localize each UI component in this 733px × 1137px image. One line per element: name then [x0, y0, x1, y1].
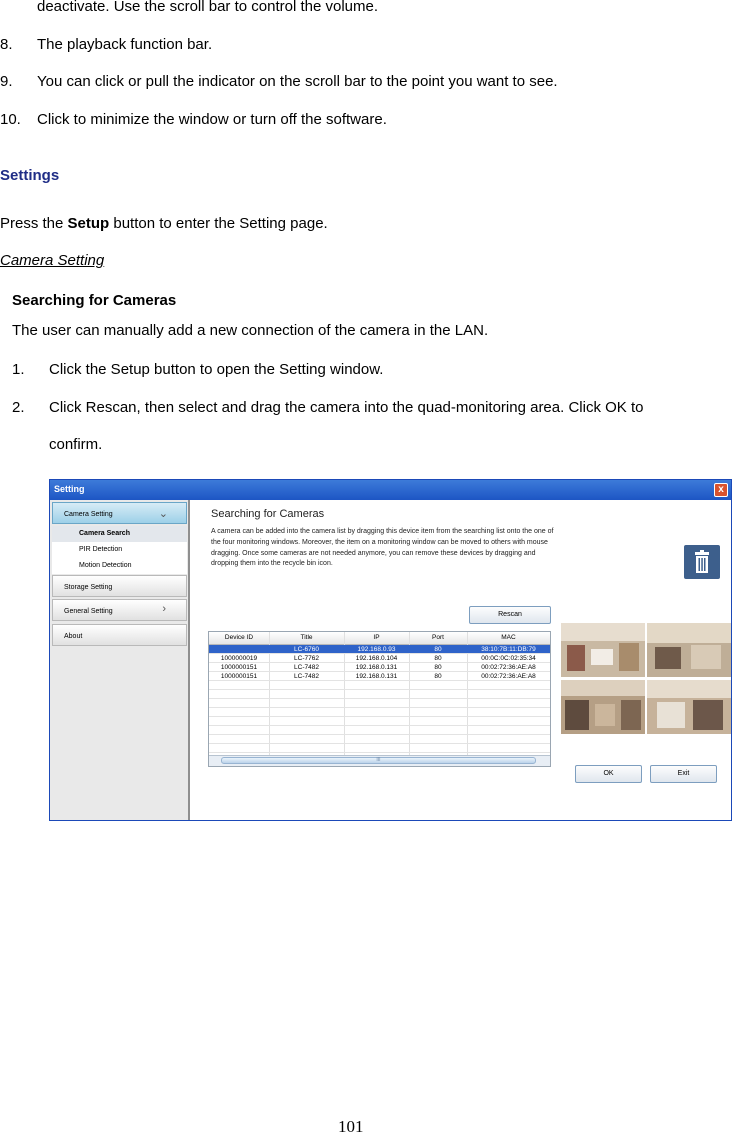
- press-prefix: Press the: [0, 215, 68, 232]
- table-cell: 80: [434, 655, 442, 662]
- table-cell: 00:02:72:36:AE:A8: [481, 673, 536, 680]
- table-row: [209, 681, 550, 690]
- table-row: [209, 744, 550, 753]
- paragraph: The user can manually add a new connecti…: [12, 322, 489, 339]
- nav-about[interactable]: About: [52, 624, 187, 646]
- rescan-button[interactable]: Rescan: [469, 606, 551, 624]
- chevron-right-icon: ›: [162, 603, 166, 615]
- monitor-window-2[interactable]: [647, 623, 731, 677]
- table-cell: LC-6760: [294, 646, 319, 653]
- list-number: 9.: [0, 73, 13, 90]
- table-cell: 192.168.0.131: [355, 673, 398, 680]
- table-cell: 00:02:72:36:AE:A8: [481, 664, 536, 671]
- nav-label: Camera Setting: [64, 511, 113, 518]
- table-cell: 00:0C:0C:02:35:34: [481, 655, 536, 662]
- list-number: 8.: [0, 36, 13, 53]
- table-row[interactable]: 1000000151 LC-7482 192.168.0.131 80 00:0…: [209, 672, 550, 681]
- window-titlebar: Setting x: [50, 480, 731, 500]
- step-number: 1.: [12, 361, 25, 378]
- column-header: Port: [432, 634, 444, 641]
- settings-content: Searching for Cameras A camera can be ad…: [192, 500, 731, 820]
- nav-label: Camera Search: [79, 530, 130, 537]
- monitor-window-4[interactable]: [647, 680, 731, 734]
- step-text: Click the Setup button to open the Setti…: [49, 361, 384, 378]
- window-title: Setting: [54, 484, 85, 494]
- nav-label: PIR Detection: [79, 546, 123, 553]
- panel-title: Searching for Cameras: [211, 508, 325, 520]
- page-number: 101: [338, 1117, 364, 1136]
- subsection-title: Searching for Cameras: [12, 292, 177, 309]
- table-row[interactable]: 1000000019 LC-7762 192.168.0.104 80 00:0…: [209, 654, 550, 663]
- ok-button[interactable]: OK: [575, 765, 642, 783]
- press-suffix: button to enter the Setting page.: [109, 215, 328, 232]
- table-row[interactable]: LC-6760 192.168.0.93 80 38:10:7B:11:DB:7…: [209, 645, 550, 654]
- table-cell: 192.168.0.131: [355, 664, 398, 671]
- table-cell: 38:10:7B:11:DB:79: [481, 646, 536, 653]
- step-text-continued: confirm.: [49, 436, 103, 453]
- step-text: Click Rescan, then select and drag the c…: [49, 399, 644, 416]
- column-header: IP: [373, 634, 380, 641]
- table-row: [209, 690, 550, 699]
- step-number: 2.: [12, 399, 25, 416]
- section-heading: Settings: [0, 167, 60, 184]
- table-cell: LC-7482: [294, 673, 319, 680]
- paragraph: Press the Setup button to enter the Sett…: [0, 215, 328, 233]
- nav-general-setting[interactable]: General Setting ›: [52, 599, 187, 621]
- column-header: Title: [300, 634, 313, 641]
- list-item: You can click or pull the indicator on t…: [37, 73, 558, 90]
- table-header: Device ID Title IP Port MAC: [209, 632, 550, 645]
- table-cell: 80: [434, 673, 442, 680]
- list-number: 10.: [0, 111, 21, 128]
- nav-camera-setting[interactable]: Camera Setting ⌄: [52, 502, 187, 524]
- column-header: MAC: [501, 634, 516, 641]
- table-cell: 80: [434, 664, 442, 671]
- nav-camera-search[interactable]: Camera Search: [52, 526, 187, 542]
- text-line: deactivate. Use the scroll bar to contro…: [37, 0, 379, 15]
- monitor-window-3[interactable]: [561, 680, 645, 734]
- list-item: Click to minimize the window or turn off…: [37, 111, 387, 128]
- table-cell: 1000000151: [220, 664, 258, 671]
- close-button[interactable]: x: [714, 483, 728, 497]
- nav-storage-setting[interactable]: Storage Setting: [52, 575, 187, 597]
- table-row: [209, 699, 550, 708]
- table-row: [209, 717, 550, 726]
- table-cell: LC-7482: [294, 664, 319, 671]
- nav-label: About: [64, 633, 83, 640]
- table-cell: 1000000019: [220, 655, 258, 662]
- table-cell: LC-7762: [294, 655, 319, 662]
- nav-label: Motion Detection: [79, 562, 132, 569]
- table-cell: 1000000151: [220, 673, 258, 680]
- table-row: [209, 735, 550, 744]
- table-cell: 192.168.0.104: [355, 655, 398, 662]
- nav-motion-detection[interactable]: Motion Detection: [52, 558, 187, 574]
- subsection-heading: Camera Setting: [0, 252, 105, 269]
- nav-label: General Setting: [64, 608, 113, 615]
- table-cell: 80: [434, 646, 442, 653]
- table-row[interactable]: 1000000151 LC-7482 192.168.0.131 80 00:0…: [209, 663, 550, 672]
- camera-search-table: Device ID Title IP Port MAC LC-6760 192.…: [208, 631, 551, 767]
- table-row: [209, 708, 550, 717]
- column-header: Device ID: [224, 634, 254, 641]
- recycle-bin-icon[interactable]: [684, 545, 720, 579]
- scrollbar-thumb[interactable]: III: [221, 757, 536, 764]
- nav-label: Storage Setting: [64, 584, 113, 591]
- setup-keyword: Setup: [67, 215, 110, 232]
- panel-description: A camera can be added into the camera li…: [211, 528, 554, 568]
- table-row: [209, 726, 550, 735]
- setting-window-screenshot: Setting x Camera Setting ⌄ Camera Search…: [49, 479, 732, 821]
- monitor-window-1[interactable]: [561, 623, 645, 677]
- list-item: The playback function bar.: [37, 36, 213, 53]
- chevron-down-icon: ⌄: [158, 508, 168, 520]
- settings-sidebar: Camera Setting ⌄ Camera Search PIR Detec…: [50, 500, 190, 820]
- exit-button[interactable]: Exit: [650, 765, 717, 783]
- horizontal-scrollbar[interactable]: III: [209, 755, 550, 766]
- table-cell: 192.168.0.93: [357, 646, 396, 653]
- nav-pir-detection[interactable]: PIR Detection: [52, 542, 187, 558]
